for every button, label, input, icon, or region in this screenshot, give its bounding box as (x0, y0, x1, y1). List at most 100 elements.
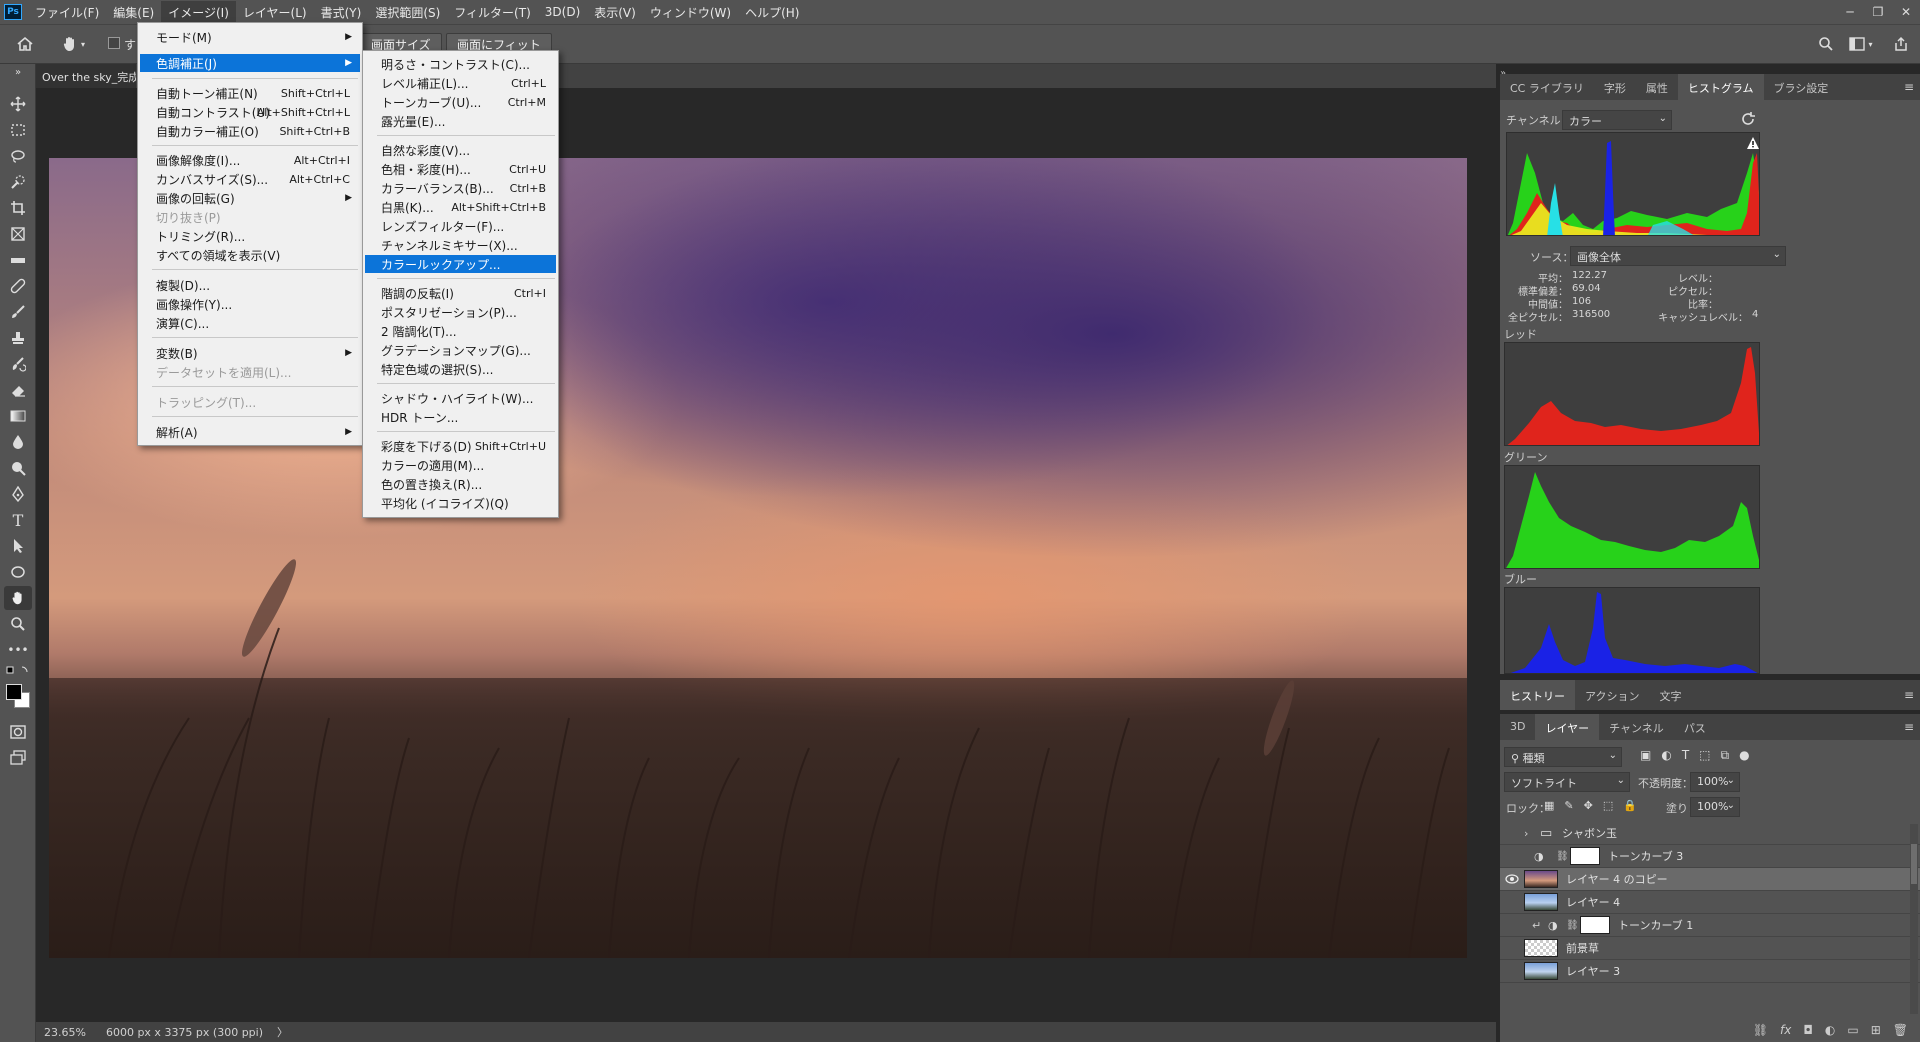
history-brush-tool-icon[interactable] (4, 352, 32, 376)
tab-glyphs[interactable]: 字形 (1594, 74, 1636, 100)
layer-row[interactable]: レイヤー 3 (1500, 960, 1920, 983)
scroll-all-checkbox[interactable] (108, 37, 120, 49)
tab-brush-settings[interactable]: ブラシ設定 (1764, 74, 1839, 100)
swap-colors-icon[interactable] (4, 664, 32, 678)
menu-filter[interactable]: フィルター(T) (447, 1, 537, 24)
status-menu-arrow[interactable]: 〉 (277, 1024, 288, 1040)
menu-item-hdr-toning[interactable]: HDR トーン... (365, 408, 556, 426)
collapse-icon[interactable]: » (4, 66, 32, 78)
dodge-tool-icon[interactable] (4, 456, 32, 480)
tab-history[interactable]: ヒストリー (1500, 680, 1575, 710)
menu-item-variables[interactable]: 変数(B) ▶ (140, 344, 360, 362)
healing-brush-tool-icon[interactable] (4, 274, 32, 298)
menu-image[interactable]: イメージ(I) (161, 0, 236, 24)
layer-row[interactable]: ↵ ◑ ⛓ トーンカーブ 1 (1500, 914, 1920, 937)
layer-thumbnail[interactable] (1524, 870, 1558, 888)
document-tab[interactable]: Over the sky_完成 (36, 64, 136, 88)
workspace-icon[interactable]: ▾ (1846, 33, 1876, 55)
filter-shape-icon[interactable]: ⬚ (1699, 748, 1710, 763)
new-group-icon[interactable]: ▭ (1847, 1023, 1858, 1037)
ruler-tool-icon[interactable] (4, 248, 32, 272)
menu-item-threshold[interactable]: 2 階調化(T)... (365, 322, 556, 340)
menu-item-auto-contrast[interactable]: 自動コントラスト(U) Alt+Shift+Ctrl+L (140, 103, 360, 121)
fill-field[interactable]: 100% ⌄ (1690, 797, 1740, 817)
filter-pixel-icon[interactable]: ▣ (1640, 748, 1651, 763)
blur-tool-icon[interactable] (4, 430, 32, 454)
visibility-toggle[interactable] (1500, 960, 1524, 983)
search-icon[interactable] (1815, 33, 1837, 55)
menu-item-levels[interactable]: レベル補正(L)... Ctrl+L (365, 74, 556, 92)
new-layer-icon[interactable]: ⊞ (1871, 1023, 1881, 1037)
add-mask-icon[interactable]: ◘ (1803, 1023, 1813, 1037)
screen-mode-icon[interactable] (4, 746, 32, 770)
opacity-field[interactable]: 100% ⌄ (1690, 772, 1740, 792)
lock-position-icon[interactable]: ✥ (1584, 799, 1593, 812)
layer-mask-thumbnail[interactable] (1570, 847, 1600, 865)
visibility-toggle[interactable] (1500, 914, 1524, 937)
menu-item-shadows-highlights[interactable]: シャドウ・ハイライト(W)... (365, 389, 556, 407)
menu-item-image-rotation[interactable]: 画像の回転(G) ▶ (140, 189, 360, 207)
menu-item-vibrance[interactable]: 自然な彩度(V)... (365, 141, 556, 159)
frame-tool-icon[interactable] (4, 222, 32, 246)
hand-icon[interactable]: ▾ (58, 33, 88, 55)
hand-tool-icon[interactable] (4, 586, 32, 610)
menu-3d[interactable]: 3D(D) (538, 2, 587, 22)
marquee-tool-icon[interactable] (4, 118, 32, 142)
visibility-toggle[interactable] (1500, 845, 1524, 868)
link-icon[interactable]: ⛓ (1556, 851, 1570, 862)
type-tool-icon[interactable]: T (4, 508, 32, 532)
tab-actions[interactable]: アクション (1575, 680, 1649, 710)
menu-item-image-size[interactable]: 画像解像度(I)... Alt+Ctrl+I (140, 151, 360, 169)
gradient-tool-icon[interactable] (4, 404, 32, 428)
menu-item-photo-filter[interactable]: レンズフィルター(F)... (365, 217, 556, 235)
layer-row[interactable]: 前景草 (1500, 937, 1920, 960)
menu-view[interactable]: 表示(V) (587, 1, 643, 24)
layers-scrollbar[interactable] (1910, 824, 1918, 1014)
lock-all-icon[interactable]: 🔒 (1623, 799, 1637, 812)
menu-item-gradient-map[interactable]: グラデーションマップ(G)... (365, 341, 556, 359)
layer-row[interactable]: ◑ ⛓ トーンカーブ 3 (1500, 845, 1920, 868)
menu-item-auto-color[interactable]: 自動カラー補正(O) Shift+Ctrl+B (140, 122, 360, 140)
layer-row[interactable]: › ▭ シャボン玉 (1500, 822, 1920, 845)
layer-mask-thumbnail[interactable] (1580, 916, 1610, 934)
filter-toggle-icon[interactable]: ● (1739, 748, 1749, 763)
menu-item-mode[interactable]: モード(M) ▶ (140, 28, 360, 46)
eraser-tool-icon[interactable] (4, 378, 32, 402)
tab-character[interactable]: 文字 (1649, 680, 1691, 710)
menu-item-invert[interactable]: 階調の反転(I) Ctrl+I (365, 284, 556, 302)
refresh-icon[interactable] (1740, 111, 1758, 129)
zoom-level[interactable]: 23.65% (44, 1026, 86, 1039)
visibility-toggle[interactable] (1500, 891, 1524, 914)
tab-paths[interactable]: パス (1674, 714, 1716, 740)
menu-item-match-color[interactable]: カラーの適用(M)... (365, 456, 556, 474)
lock-transparency-icon[interactable]: ▦ (1544, 799, 1554, 812)
menu-item-curves[interactable]: トーンカーブ(U)... Ctrl+M (365, 93, 556, 111)
menu-item-posterize[interactable]: ポスタリゼーション(P)... (365, 303, 556, 321)
menu-item-color-lookup[interactable]: カラールックアップ... (365, 255, 556, 273)
tab-cc-libraries[interactable]: CC ライブラリ (1500, 74, 1594, 100)
menu-item-replace-color[interactable]: 色の置き換え(R)... (365, 475, 556, 493)
brush-tool-icon[interactable] (4, 300, 32, 324)
visibility-toggle[interactable] (1500, 937, 1524, 960)
layer-row[interactable]: レイヤー 4 のコピー (1500, 868, 1920, 891)
layer-filter-dropdown[interactable]: ⚲ 種類 ⌄ (1504, 747, 1622, 767)
channel-dropdown[interactable]: カラー ⌄ (1562, 110, 1672, 130)
menu-item-reveal-all[interactable]: すべての領域を表示(V) (140, 246, 360, 264)
menu-item-calculations[interactable]: 演算(C)... (140, 314, 360, 332)
menu-item-apply-image[interactable]: 画像操作(Y)... (140, 295, 360, 313)
foreground-color-swatch[interactable] (6, 684, 22, 700)
panel-menu-icon[interactable]: ≡ (1904, 80, 1914, 94)
more-tools-icon[interactable]: ••• (4, 638, 32, 662)
pen-tool-icon[interactable] (4, 482, 32, 506)
menu-type[interactable]: 書式(Y) (314, 1, 369, 24)
visibility-toggle[interactable] (1500, 868, 1524, 891)
menu-item-trim[interactable]: トリミング(R)... (140, 227, 360, 245)
path-selection-tool-icon[interactable] (4, 534, 32, 558)
menu-item-brightness-contrast[interactable]: 明るさ・コントラスト(C)... (365, 55, 556, 73)
menu-item-duplicate[interactable]: 複製(D)... (140, 276, 360, 294)
quick-mask-icon[interactable] (4, 720, 32, 744)
tab-channels[interactable]: チャンネル (1599, 714, 1674, 740)
lasso-tool-icon[interactable] (4, 144, 32, 168)
menu-window[interactable]: ウィンドウ(W) (643, 1, 738, 24)
layer-thumbnail[interactable] (1524, 893, 1558, 911)
